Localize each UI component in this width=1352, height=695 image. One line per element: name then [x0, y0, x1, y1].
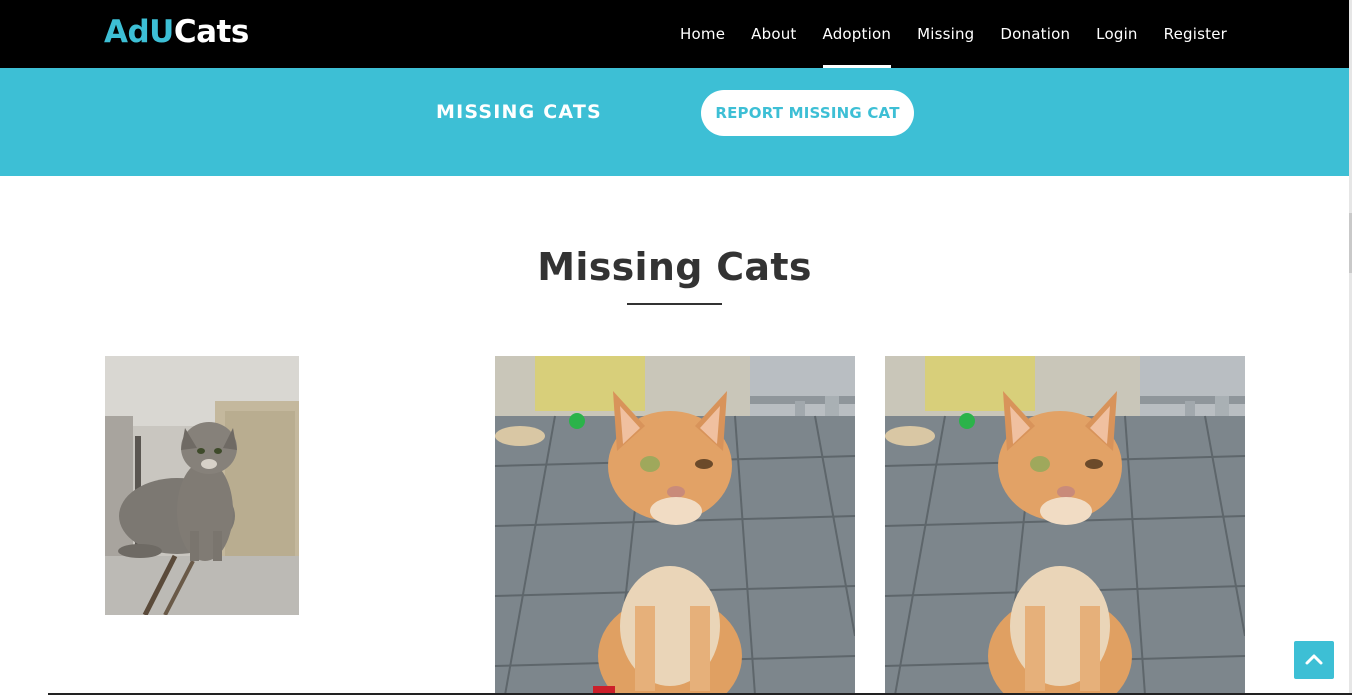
chevron-up-icon — [1305, 654, 1323, 665]
cat-photo-tabby-kitten[interactable] — [105, 356, 299, 615]
title-underline — [627, 303, 722, 305]
nav-about[interactable]: About — [738, 0, 809, 68]
nav-missing[interactable]: Missing — [904, 0, 987, 68]
nav-register[interactable]: Register — [1151, 0, 1240, 68]
page: AdUCats Home About Adoption Missing Dona… — [0, 0, 1352, 695]
back-to-top-button[interactable] — [1294, 641, 1334, 679]
brand-logo[interactable]: AdUCats — [104, 10, 249, 54]
nav-home[interactable]: Home — [667, 0, 738, 68]
tabby-kitten-photo-icon — [105, 356, 299, 615]
orange-cat-photo-icon — [495, 356, 855, 695]
main-nav: Home About Adoption Missing Donation Log… — [667, 0, 1240, 68]
top-navbar: AdUCats Home About Adoption Missing Dona… — [0, 0, 1352, 68]
cat-photo-orange-2[interactable] — [885, 356, 1245, 695]
brand-part-cats: Cats — [173, 14, 249, 50]
brand-part-adu: AdU — [104, 14, 174, 50]
cat-photo-orange-1[interactable] — [495, 356, 855, 695]
orange-cat-photo-icon — [885, 356, 1245, 695]
report-missing-cat-button[interactable]: REPORT MISSING CAT — [701, 90, 914, 136]
page-title: Missing Cats — [537, 245, 812, 289]
nav-donation[interactable]: Donation — [987, 0, 1083, 68]
banner-title: MISSING CATS — [436, 101, 602, 123]
nav-login[interactable]: Login — [1083, 0, 1150, 68]
page-banner: MISSING CATS REPORT MISSING CAT — [0, 68, 1352, 176]
nav-adoption[interactable]: Adoption — [810, 0, 905, 68]
